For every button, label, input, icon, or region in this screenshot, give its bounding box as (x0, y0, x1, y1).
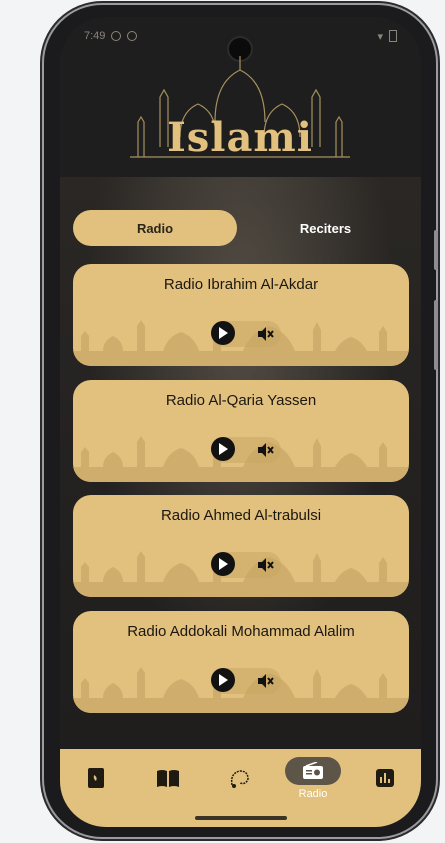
player-controls (211, 321, 281, 347)
nav-radio-label: Radio (298, 788, 328, 800)
station-card: Radio Ibrahim Al-Akdar (73, 264, 409, 366)
play-icon (219, 674, 228, 686)
player-controls (211, 437, 281, 463)
status-time: 7:49 (84, 30, 106, 42)
nav-quran[interactable] (78, 763, 114, 793)
app-logo: Islami (120, 52, 360, 172)
mute-icon[interactable] (255, 555, 275, 575)
volume-button (434, 230, 438, 270)
quran-icon (88, 768, 104, 788)
hadith-book-icon (157, 770, 179, 787)
play-button[interactable] (211, 552, 235, 576)
sebha-icon (230, 770, 249, 788)
app-screen: 7:49 ▾ Islami Radio Reciters Radio Ibrah… (60, 17, 421, 827)
station-name: Radio Ahmed Al-trabulsi (160, 507, 322, 524)
player-controls (211, 668, 281, 694)
station-card: Radio Ahmed Al-trabulsi (73, 495, 409, 597)
play-button[interactable] (211, 321, 235, 345)
mute-icon[interactable] (255, 324, 275, 344)
time-icon (376, 769, 394, 787)
station-name: Radio Ibrahim Al-Akdar (163, 276, 319, 293)
play-icon (219, 443, 228, 455)
bottom-navbar: Radio (60, 749, 421, 827)
tab-radio[interactable]: Radio (73, 210, 237, 246)
radio-icon (303, 762, 323, 779)
player-controls (211, 552, 281, 578)
home-indicator (195, 816, 287, 820)
wifi-icon: ▾ (377, 30, 383, 43)
station-name: Radio Al-Qaria Yassen (165, 392, 317, 409)
play-button[interactable] (211, 437, 235, 461)
battery-icon (389, 30, 397, 42)
play-button[interactable] (211, 668, 235, 692)
station-card: Radio Addokali Mohammad Alalim (73, 611, 409, 713)
play-icon (219, 558, 228, 570)
tab-reciters[interactable]: Reciters (243, 210, 408, 246)
tab-bar: Radio Reciters (73, 210, 408, 246)
station-card: Radio Al-Qaria Yassen (73, 380, 409, 482)
mute-icon[interactable] (255, 671, 275, 691)
power-button (434, 300, 438, 370)
nav-time[interactable] (367, 763, 403, 793)
nav-sebha[interactable] (222, 763, 258, 793)
notification-icon (111, 31, 122, 41)
station-name: Radio Addokali Mohammad Alalim (127, 623, 355, 640)
nav-hadith[interactable] (150, 763, 186, 793)
logo-text: Islami (167, 114, 313, 161)
mute-icon[interactable] (255, 440, 275, 460)
nav-radio[interactable] (285, 757, 341, 785)
shield-icon (127, 31, 138, 41)
play-icon (219, 327, 228, 339)
